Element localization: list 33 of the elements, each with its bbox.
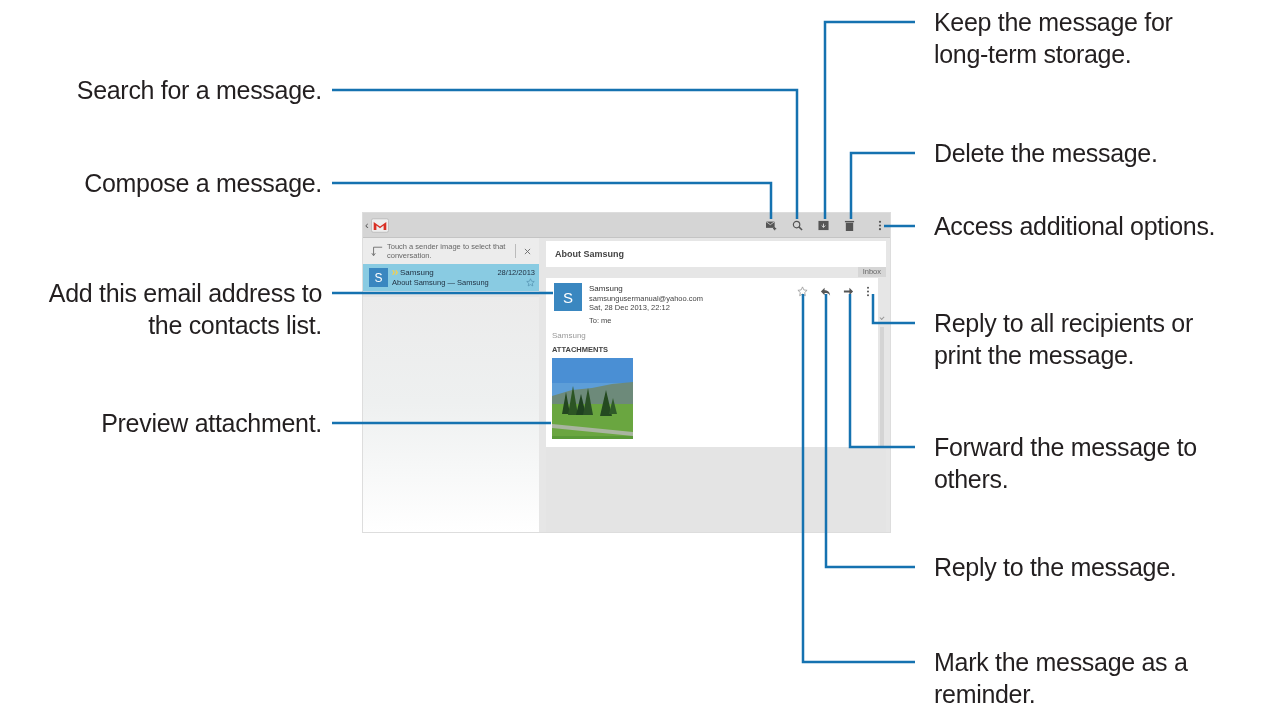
star-icon[interactable] (526, 278, 535, 287)
mail-app-icon[interactable] (370, 217, 389, 233)
callout-label: Reply to the message. (934, 552, 1177, 583)
callout-label: Delete the message. (934, 138, 1158, 169)
callout-label: Compose a message. (84, 168, 322, 199)
forward-icon[interactable] (843, 286, 854, 297)
callout-label: Keep the message for long-term storage. (934, 7, 1173, 70)
message-subject: About Samsung (555, 249, 624, 259)
overflow-menu-icon[interactable] (866, 286, 870, 297)
corner-arrow-icon (371, 245, 383, 257)
star-icon[interactable] (797, 286, 808, 297)
search-icon[interactable] (792, 219, 803, 231)
leader-line (884, 224, 915, 228)
overflow-menu-icon[interactable] (878, 219, 882, 231)
archive-icon[interactable] (818, 219, 829, 231)
callout-label: Add this email address to the contacts list. (48, 278, 322, 341)
callout-label: Access additional options. (934, 211, 1216, 242)
compose-icon[interactable] (766, 219, 777, 231)
callout-label: Mark the message as a reminder. (934, 647, 1188, 710)
sender-avatar[interactable]: S (554, 283, 582, 311)
callout-label: Reply to all recipients or print the message. (934, 308, 1193, 371)
trash-icon[interactable] (844, 219, 855, 231)
sender-name: Samsung (400, 268, 435, 277)
callout-label: Search for a message. (76, 75, 322, 106)
back-button[interactable]: ‹ (365, 219, 369, 231)
reply-icon[interactable] (820, 286, 831, 297)
sender-avatar[interactable]: S (369, 268, 388, 287)
sender-name: Samsung (589, 283, 624, 294)
callout-label: Preview attachment. (101, 408, 322, 439)
important-marker-icon (392, 270, 398, 275)
message-body: Samsung (552, 331, 587, 340)
close-icon[interactable] (524, 247, 531, 255)
callout-label: Forward the message to others. (934, 432, 1197, 495)
